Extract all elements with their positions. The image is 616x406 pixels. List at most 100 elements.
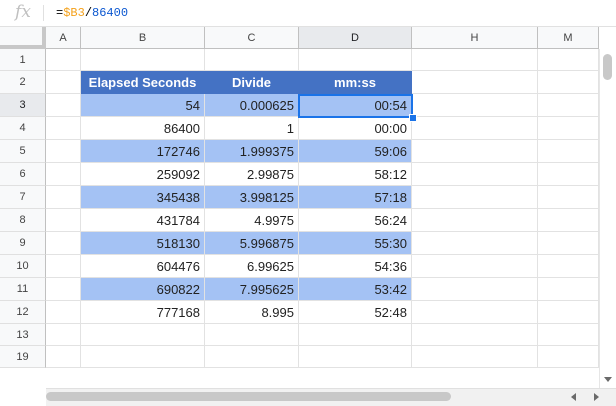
cell[interactable] (412, 346, 538, 368)
cell[interactable] (412, 49, 538, 71)
cell[interactable] (46, 49, 81, 71)
cell[interactable] (81, 324, 205, 346)
cell[interactable] (538, 346, 599, 368)
cell[interactable] (46, 346, 81, 368)
table-data-cell[interactable]: 57:18 (299, 186, 412, 209)
cell[interactable] (412, 94, 538, 117)
table-data-cell[interactable]: 3.998125 (205, 186, 299, 209)
horizontal-scrollbar[interactable] (46, 388, 616, 406)
table-data-cell[interactable]: 259092 (81, 163, 205, 186)
cell[interactable] (299, 324, 412, 346)
horizontal-scroll-thumb[interactable] (46, 392, 451, 401)
cell[interactable] (412, 301, 538, 324)
cell[interactable] (538, 49, 599, 71)
row-header-3[interactable]: 3 (0, 94, 46, 117)
table-data-cell[interactable]: 4.9975 (205, 209, 299, 232)
cell[interactable] (299, 49, 412, 71)
cell[interactable] (46, 232, 81, 255)
cell[interactable] (81, 49, 205, 71)
row-header-2[interactable]: 2 (0, 71, 46, 94)
cell[interactable] (46, 301, 81, 324)
table-data-cell[interactable]: 54:36 (299, 255, 412, 278)
cell[interactable] (538, 301, 599, 324)
row-header-5[interactable]: 5 (0, 140, 46, 163)
cell[interactable] (538, 186, 599, 209)
scroll-right-icon[interactable] (594, 393, 599, 401)
column-header-a[interactable]: A (46, 27, 81, 49)
table-data-cell[interactable]: 58:12 (299, 163, 412, 186)
cell[interactable] (538, 232, 599, 255)
table-data-cell[interactable]: 52:48 (299, 301, 412, 324)
table-data-cell[interactable]: 00:54 (299, 94, 412, 117)
table-data-cell[interactable]: 777168 (81, 301, 205, 324)
column-header-c[interactable]: C (205, 27, 299, 49)
row-header-7[interactable]: 7 (0, 186, 46, 209)
cell[interactable] (46, 186, 81, 209)
cell[interactable] (46, 209, 81, 232)
cell[interactable] (46, 163, 81, 186)
cell[interactable] (412, 186, 538, 209)
cell[interactable] (538, 324, 599, 346)
table-header-cell[interactable]: mm:ss (299, 71, 412, 94)
cell[interactable] (538, 71, 599, 94)
cell[interactable] (412, 324, 538, 346)
vertical-scroll-thumb[interactable] (603, 54, 612, 80)
row-header-11[interactable]: 11 (0, 278, 46, 301)
column-header-h[interactable]: H (412, 27, 538, 49)
scroll-down-icon[interactable] (604, 377, 612, 382)
table-data-cell[interactable]: 604476 (81, 255, 205, 278)
cell[interactable] (205, 346, 299, 368)
table-data-cell[interactable]: 1.999375 (205, 140, 299, 163)
table-data-cell[interactable]: 690822 (81, 278, 205, 301)
cell[interactable] (46, 255, 81, 278)
table-header-cell[interactable]: Elapsed Seconds (81, 71, 205, 94)
cell[interactable] (205, 324, 299, 346)
table-data-cell[interactable]: 345438 (81, 186, 205, 209)
cell[interactable] (538, 94, 599, 117)
cell[interactable] (538, 278, 599, 301)
table-data-cell[interactable]: 59:06 (299, 140, 412, 163)
table-data-cell[interactable]: 431784 (81, 209, 205, 232)
row-header-12[interactable]: 12 (0, 301, 46, 324)
cell[interactable] (46, 117, 81, 140)
table-data-cell[interactable]: 86400 (81, 117, 205, 140)
row-header-10[interactable]: 10 (0, 255, 46, 278)
cell[interactable] (412, 255, 538, 278)
table-data-cell[interactable]: 518130 (81, 232, 205, 255)
table-data-cell[interactable]: 2.99875 (205, 163, 299, 186)
formula-input[interactable]: =$B3/86400 (56, 6, 128, 20)
fill-handle[interactable] (409, 114, 417, 122)
cell[interactable] (412, 71, 538, 94)
cell[interactable] (538, 209, 599, 232)
cell[interactable] (205, 49, 299, 71)
table-data-cell[interactable]: 1 (205, 117, 299, 140)
row-header-8[interactable]: 8 (0, 209, 46, 232)
cell[interactable] (412, 117, 538, 140)
vertical-scrollbar[interactable] (599, 49, 616, 388)
column-header-b[interactable]: B (81, 27, 205, 49)
cell[interactable] (538, 163, 599, 186)
table-data-cell[interactable]: 0.000625 (205, 94, 299, 117)
select-all-corner[interactable] (0, 27, 46, 49)
cell[interactable] (46, 278, 81, 301)
cell[interactable] (412, 209, 538, 232)
cell[interactable] (538, 255, 599, 278)
table-data-cell[interactable]: 7.995625 (205, 278, 299, 301)
row-header-6[interactable]: 6 (0, 163, 46, 186)
cell[interactable] (81, 346, 205, 368)
table-data-cell[interactable]: 172746 (81, 140, 205, 163)
table-data-cell[interactable]: 54 (81, 94, 205, 117)
cell[interactable] (46, 324, 81, 346)
row-header-1[interactable]: 1 (0, 49, 46, 71)
table-header-cell[interactable]: Divide (205, 71, 299, 94)
column-header-m[interactable]: M (538, 27, 599, 49)
cell[interactable] (299, 346, 412, 368)
table-data-cell[interactable]: 53:42 (299, 278, 412, 301)
scroll-left-icon[interactable] (571, 393, 576, 401)
row-header-4[interactable]: 4 (0, 117, 46, 140)
row-header-9[interactable]: 9 (0, 232, 46, 255)
table-data-cell[interactable]: 6.99625 (205, 255, 299, 278)
cell[interactable] (412, 140, 538, 163)
cell[interactable] (46, 94, 81, 117)
cell[interactable] (412, 232, 538, 255)
